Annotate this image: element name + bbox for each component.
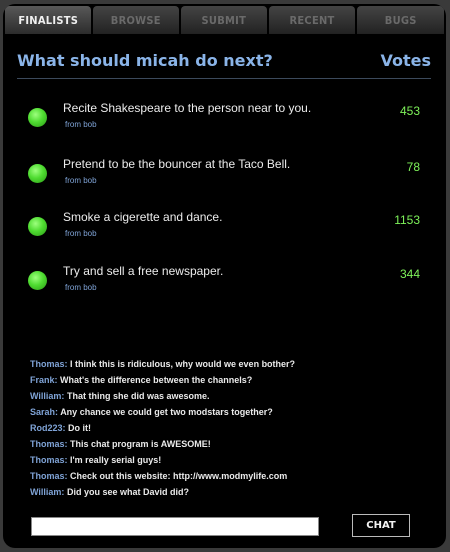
option-text: Recite Shakespeare to the person near to… [63,101,312,115]
chat-username: Thomas: [30,359,68,369]
vote-dot-icon[interactable] [28,108,47,127]
chat-text: This chat program is AWESOME! [70,439,211,449]
chat-username: Thomas: [30,439,68,449]
option-author: from bob [65,283,97,292]
chat-text: Did you see what David did? [66,487,189,497]
tab-label: BROWSE [110,13,162,27]
chat-text: I'm really serial guys! [70,455,162,465]
chat-log: Thomas: I think this is ridiculous, why … [30,356,430,500]
tab-finalists[interactable]: FINALISTS [5,6,91,34]
poll-option[interactable]: Try and sell a free newspaper. from bob … [3,264,446,308]
chat-username: William: [30,391,65,401]
chat-message: Thomas: I'm really serial guys! [30,452,430,468]
option-text: Pretend to be the bouncer at the Taco Be… [63,157,291,171]
tab-label: FINALISTS [18,13,78,27]
tab-bugs[interactable]: BUGS [357,6,444,34]
option-vote-count: 344 [399,267,420,281]
poll-option[interactable]: Recite Shakespeare to the person near to… [3,101,446,145]
option-text: Smoke a cigerette and dance. [63,210,223,224]
chat-username: Sarah: [30,407,59,417]
chat-text: That thing she did was awesome. [66,391,210,401]
tab-browse[interactable]: BROWSE [93,6,179,34]
tab-recent[interactable]: RECENT [269,6,355,34]
app-frame: FINALISTS BROWSE SUBMIT RECENT BUGS What… [3,4,446,548]
tab-bar: FINALISTS BROWSE SUBMIT RECENT BUGS [5,6,444,36]
chat-input[interactable] [31,517,319,536]
option-vote-count: 453 [399,104,420,118]
vote-dot-icon[interactable] [28,217,47,236]
chat-message: Frank: What's the difference between the… [30,372,430,388]
chat-text: I think this is ridiculous, why would we… [70,359,296,369]
chat-username: William: [30,487,65,497]
chat-username: Thomas: [30,471,68,481]
tab-label: RECENT [289,13,335,27]
option-vote-count: 1153 [394,213,420,227]
chat-message: William: That thing she did was awesome. [30,388,430,404]
vote-dot-icon[interactable] [28,164,47,183]
poll-header: What should micah do next? Votes [17,49,431,77]
poll-question: What should micah do next? [17,51,273,70]
chat-send-button[interactable]: CHAT [352,514,410,537]
votes-column-header: Votes [380,51,431,70]
chat-text: Any chance we could get two modstars tog… [60,407,273,417]
option-author: from bob [65,120,97,129]
vote-dot-icon[interactable] [28,271,47,290]
chat-message: Rod223: Do it! [30,420,430,436]
chat-username: Frank: [30,375,58,385]
option-text: Try and sell a free newspaper. [63,264,224,278]
chat-message: Thomas: I think this is ridiculous, why … [30,356,430,372]
chat-text: Check out this website: http://www.modmy… [70,471,288,481]
option-vote-count: 78 [406,160,420,174]
tab-label: SUBMIT [201,13,247,27]
chat-username: Rod223: [30,423,66,433]
chat-message: Sarah: Any chance we could get two modst… [30,404,430,420]
option-author: from bob [65,176,97,185]
chat-message: William: Did you see what David did? [30,484,430,500]
tab-submit[interactable]: SUBMIT [181,6,267,34]
chat-username: Thomas: [30,455,68,465]
poll-option[interactable]: Smoke a cigerette and dance. from bob 11… [3,210,446,254]
chat-message: Thomas: This chat program is AWESOME! [30,436,430,452]
chat-text: Do it! [68,423,92,433]
chat-message: Thomas: Check out this website: http://w… [30,468,430,484]
header-divider [17,78,431,79]
option-author: from bob [65,229,97,238]
poll-option[interactable]: Pretend to be the bouncer at the Taco Be… [3,157,446,201]
chat-text: What's the difference between the channe… [60,375,253,385]
tab-label: BUGS [384,13,417,27]
